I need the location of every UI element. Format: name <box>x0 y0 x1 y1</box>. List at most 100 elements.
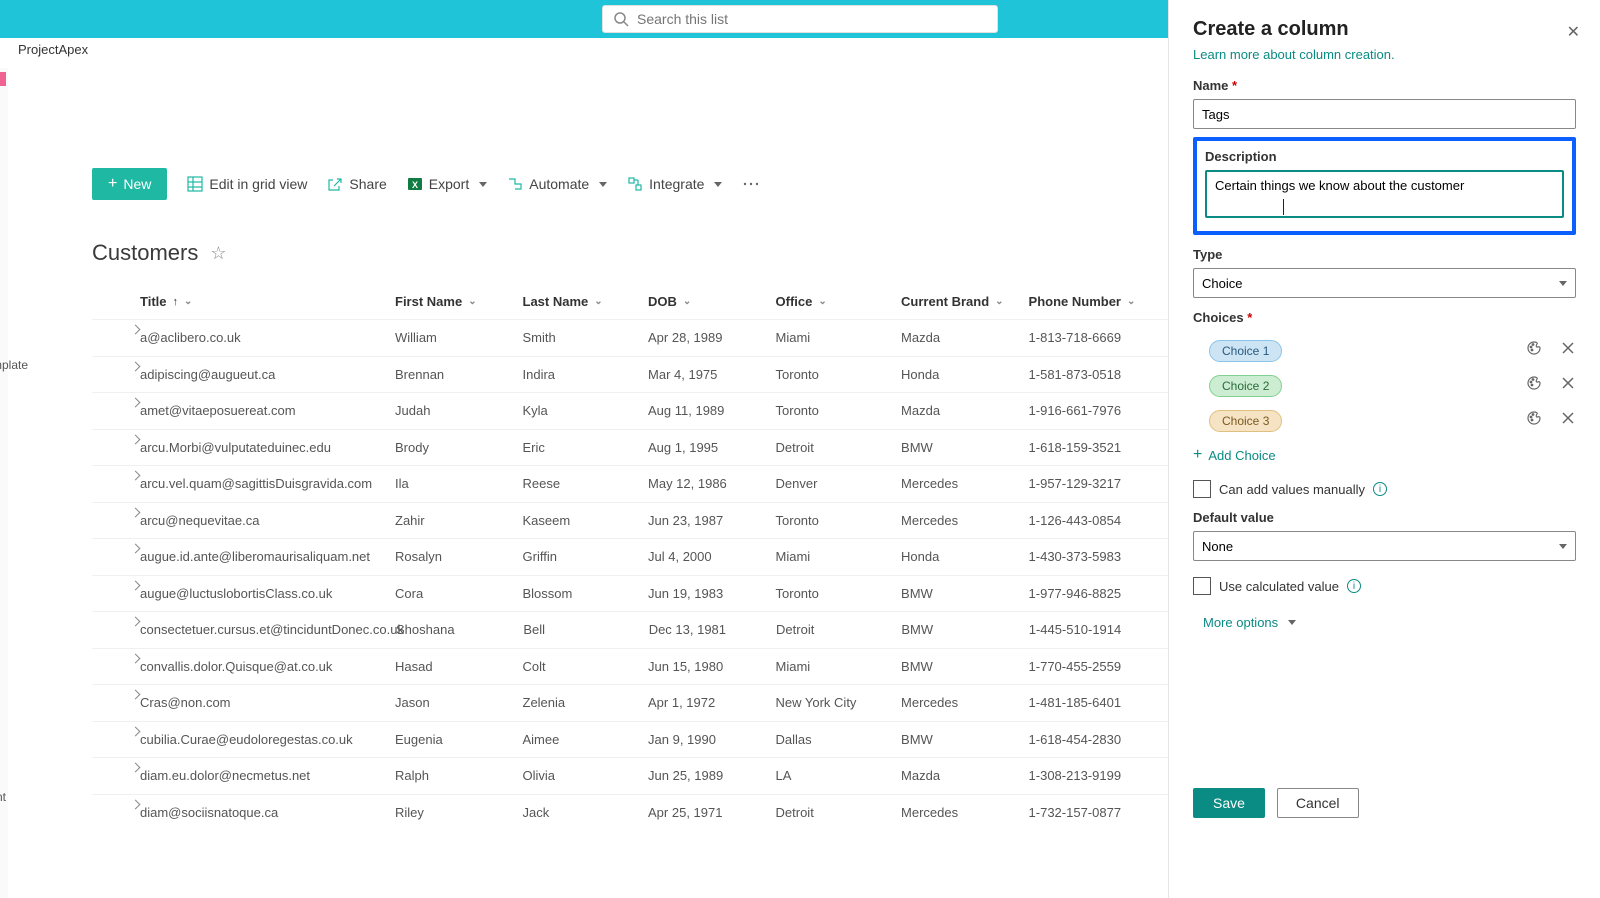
cell-dob: Aug 1, 1995 <box>648 440 776 455</box>
cell-first-name: Hasad <box>395 659 523 674</box>
remove-choice-icon[interactable] <box>1560 375 1576 396</box>
cell-title[interactable]: augue.id.ante@liberomaurisaliquam.net <box>140 549 395 564</box>
left-nav-item[interactable]: mplate <box>0 358 28 372</box>
learn-more-link[interactable]: Learn more about column creation. <box>1193 47 1576 62</box>
cell-last-name: Jack <box>523 805 649 820</box>
more-actions-button[interactable] <box>742 175 760 193</box>
remove-choice-icon[interactable] <box>1560 340 1576 361</box>
cell-title[interactable]: adipiscing@augueut.ca <box>140 367 395 382</box>
cell-first-name: Riley <box>395 805 523 820</box>
table-row[interactable]: amet@vitaeposuereat.comJudahKylaAug 11, … <box>92 392 1168 429</box>
add-choice-button[interactable]: +Add Choice <box>1193 446 1576 464</box>
column-header-phone[interactable]: Phone Number⌄ <box>1029 294 1168 309</box>
table-row[interactable]: a@aclibero.co.ukWilliamSmithApr 28, 1989… <box>92 319 1168 356</box>
column-header-last-name[interactable]: Last Name⌄ <box>523 294 649 309</box>
cell-phone: 1-126-443-0854 <box>1029 513 1168 528</box>
cancel-button[interactable]: Cancel <box>1277 788 1359 818</box>
cell-phone: 1-813-718-6669 <box>1029 330 1168 345</box>
choice-pill[interactable]: Choice 3 <box>1209 410 1282 432</box>
svg-text:X: X <box>412 180 418 190</box>
info-icon[interactable]: i <box>1373 482 1387 496</box>
cell-office: Denver <box>776 476 902 491</box>
panel-title: Create a column <box>1193 18 1576 41</box>
cell-title[interactable]: augue@luctuslobortisClass.co.uk <box>140 586 395 601</box>
cell-dob: Jun 15, 1980 <box>648 659 776 674</box>
more-options-toggle[interactable]: More options <box>1203 615 1576 630</box>
cell-brand: BMW <box>901 586 1029 601</box>
table-row[interactable]: augue.id.ante@liberomaurisaliquam.netRos… <box>92 538 1168 575</box>
column-type-select[interactable]: Choice <box>1193 268 1576 298</box>
palette-icon[interactable] <box>1526 410 1542 431</box>
table-row[interactable]: arcu.vel.quam@sagittisDuisgravida.comIla… <box>92 465 1168 502</box>
cell-title[interactable]: diam.eu.dolor@necmetus.net <box>140 768 395 783</box>
cell-office: Toronto <box>776 367 902 382</box>
cell-first-name: Ralph <box>395 768 523 783</box>
choices-label: Choices * <box>1193 310 1576 325</box>
column-header-title[interactable]: Title↑⌄ <box>140 294 395 309</box>
save-button[interactable]: Save <box>1193 788 1265 818</box>
cell-title[interactable]: arcu.vel.quam@sagittisDuisgravida.com <box>140 476 395 491</box>
edit-grid-view-button[interactable]: Edit in grid view <box>187 176 307 192</box>
palette-icon[interactable] <box>1526 375 1542 396</box>
table-row[interactable]: augue@luctuslobortisClass.co.ukCoraBloss… <box>92 575 1168 612</box>
left-nav-item[interactable]: nt <box>0 790 6 804</box>
default-value-select[interactable]: None <box>1193 531 1576 561</box>
table-row[interactable]: arcu@nequevitae.caZahirKaseemJun 23, 198… <box>92 502 1168 539</box>
table-row[interactable]: cubilia.Curae@eudoloregestas.co.ukEugeni… <box>92 721 1168 758</box>
automate-button[interactable]: Automate <box>507 176 607 192</box>
choice-pill[interactable]: Choice 2 <box>1209 375 1282 397</box>
cell-brand: Mercedes <box>901 695 1029 710</box>
cell-last-name: Griffin <box>523 549 649 564</box>
table-row[interactable]: Cras@non.comJasonZeleniaApr 1, 1972New Y… <box>92 684 1168 721</box>
choice-row: Choice 2 <box>1193 368 1576 403</box>
cell-phone: 1-308-213-9199 <box>1029 768 1168 783</box>
cell-title[interactable]: convallis.dolor.Quisque@at.co.uk <box>140 659 395 674</box>
cell-title[interactable]: a@aclibero.co.uk <box>140 330 395 345</box>
search-input[interactable] <box>637 11 987 27</box>
cell-brand: BMW <box>901 440 1029 455</box>
can-add-manually-checkbox[interactable]: Can add values manually i <box>1193 480 1576 498</box>
cell-dob: Aug 11, 1989 <box>648 403 776 418</box>
new-button[interactable]: +New <box>92 168 167 200</box>
use-calculated-checkbox[interactable]: Use calculated value i <box>1193 577 1576 595</box>
export-button[interactable]: X Export <box>407 176 487 192</box>
cell-office: Miami <box>776 330 902 345</box>
table-row[interactable]: consectetuer.cursus.et@tinciduntDonec.co… <box>92 611 1168 648</box>
cell-phone: 1-916-661-7976 <box>1029 403 1168 418</box>
table-row[interactable]: convallis.dolor.Quisque@at.co.ukHasadCol… <box>92 648 1168 685</box>
cell-office: Detroit <box>776 440 902 455</box>
cell-title[interactable]: consectetuer.cursus.et@tinciduntDonec.co… <box>140 622 396 637</box>
close-panel-button[interactable]: ✕ <box>1567 22 1580 42</box>
description-label: Description <box>1205 149 1564 164</box>
cell-title[interactable]: arcu@nequevitae.ca <box>140 513 395 528</box>
favorite-star-icon[interactable]: ☆ <box>210 243 226 264</box>
cell-title[interactable]: diam@sociisnatoque.ca <box>140 805 395 820</box>
cell-title[interactable]: cubilia.Curae@eudoloregestas.co.uk <box>140 732 395 747</box>
column-header-brand[interactable]: Current Brand⌄ <box>901 294 1029 309</box>
table-row[interactable]: adipiscing@augueut.caBrennanIndiraMar 4,… <box>92 356 1168 393</box>
cell-dob: Dec 13, 1981 <box>649 622 776 637</box>
table-row[interactable]: arcu.Morbi@vulputateduinec.eduBrodyEricA… <box>92 429 1168 466</box>
column-header-office[interactable]: Office⌄ <box>776 294 902 309</box>
column-header-first-name[interactable]: First Name⌄ <box>395 294 523 309</box>
remove-choice-icon[interactable] <box>1560 410 1576 431</box>
table-row[interactable]: diam.eu.dolor@necmetus.netRalphOliviaJun… <box>92 757 1168 794</box>
description-textarea[interactable] <box>1205 170 1564 218</box>
cell-title[interactable]: Cras@non.com <box>140 695 395 710</box>
cell-title[interactable]: arcu.Morbi@vulputateduinec.edu <box>140 440 395 455</box>
integrate-button[interactable]: Integrate <box>627 176 722 192</box>
info-icon[interactable]: i <box>1347 579 1361 593</box>
search-box[interactable] <box>602 5 998 33</box>
choice-pill[interactable]: Choice 1 <box>1209 340 1282 362</box>
share-button[interactable]: Share <box>327 176 386 192</box>
chevron-down-icon <box>1288 620 1296 625</box>
cell-phone: 1-977-946-8825 <box>1029 586 1168 601</box>
cell-title[interactable]: amet@vitaeposuereat.com <box>140 403 395 418</box>
table-row[interactable]: diam@sociisnatoque.caRileyJackApr 25, 19… <box>92 794 1168 831</box>
column-name-input[interactable] <box>1193 99 1576 129</box>
choice-row: Choice 1 <box>1193 333 1576 368</box>
column-header-dob[interactable]: DOB⌄ <box>648 294 776 309</box>
palette-icon[interactable] <box>1526 340 1542 361</box>
chevron-down-icon <box>1559 544 1567 549</box>
flow-icon <box>507 176 523 192</box>
